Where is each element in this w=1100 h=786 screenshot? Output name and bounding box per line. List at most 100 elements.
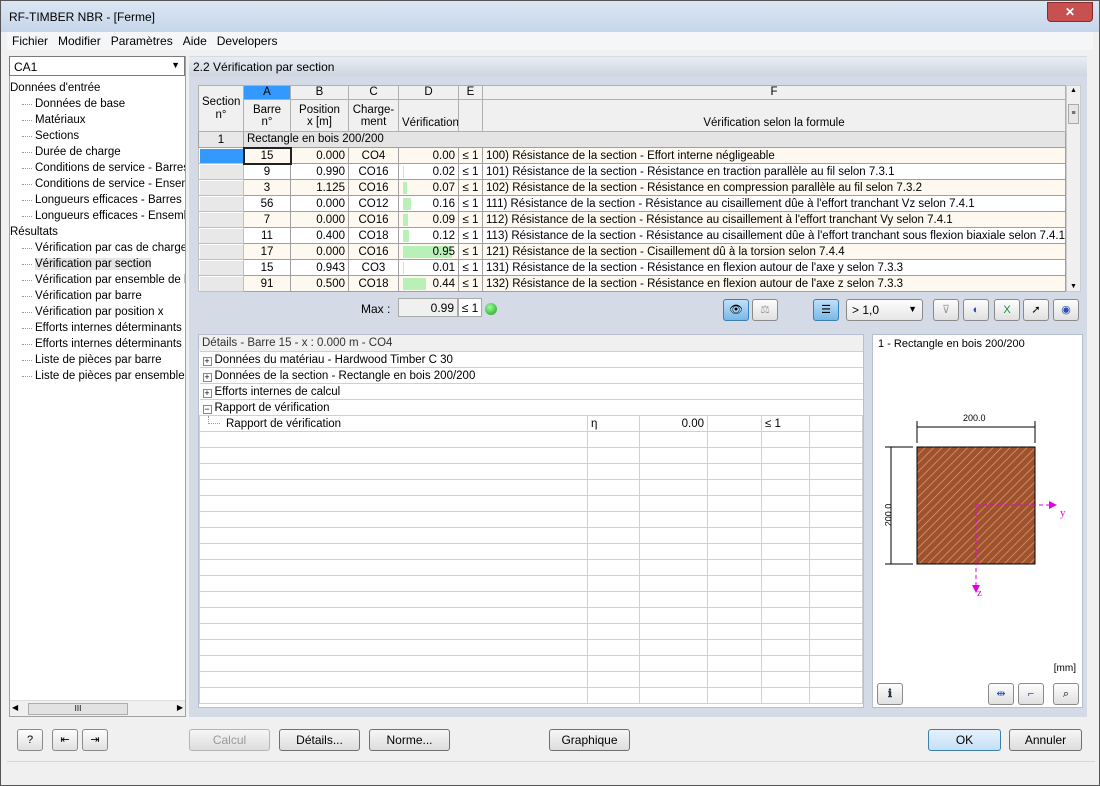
col-letter-d[interactable]: D [398, 85, 459, 100]
col-letter-c[interactable]: C [348, 85, 399, 100]
menu-developers[interactable]: Developers [212, 32, 283, 50]
expand-icon[interactable]: + [202, 372, 212, 382]
row-selector[interactable] [198, 211, 244, 228]
cell-formule[interactable]: 100) Résistance de la section - Effort i… [482, 147, 1066, 164]
next-icon[interactable]: ⇥ [82, 729, 108, 751]
cell-verification[interactable]: 0.01 [398, 259, 459, 276]
cell-le[interactable]: ≤ 1 [458, 179, 483, 196]
col-letter-b[interactable]: B [290, 85, 349, 100]
navigator-scrollbar[interactable]: ◀ III ▶ [10, 700, 185, 716]
cell-barre[interactable]: 3 [243, 179, 291, 196]
cell-verification[interactable]: 0.16 [398, 195, 459, 212]
row-selector[interactable] [198, 243, 244, 260]
tree-item[interactable]: Efforts internes déterminants par barre [10, 320, 185, 336]
group-row[interactable]: 1 Rectangle en bois 200/200 [198, 131, 1066, 148]
menu-modifier[interactable]: Modifier [53, 32, 106, 50]
col-letter-a[interactable]: A [243, 85, 291, 100]
tree-group-input[interactable]: Données d'entrée [10, 80, 185, 96]
tree-item[interactable]: Matériaux [10, 112, 185, 128]
tree-item[interactable]: Vérification par section [10, 256, 185, 272]
tree-item[interactable]: Liste de pièces par ensemble de barres [10, 368, 185, 384]
norme-button[interactable]: Norme... [369, 729, 450, 751]
details-row[interactable]: Rapport de vérification η 0.00 ≤ 1 [199, 415, 863, 432]
calc-button[interactable]: Calcul [189, 729, 270, 751]
tree-item[interactable]: Vérification par ensemble de barres [10, 272, 185, 288]
expand-icon[interactable]: + [202, 356, 212, 366]
cell-position[interactable]: 0.000 [290, 211, 349, 228]
cell-verification[interactable]: 0.09 [398, 211, 459, 228]
cell-position[interactable]: 0.000 [290, 147, 349, 164]
cell-barre[interactable]: 11 [243, 227, 291, 244]
collapse-icon[interactable]: − [202, 404, 212, 414]
tree-item[interactable]: Vérification par position x [10, 304, 185, 320]
menu-parametres[interactable]: Paramètres [106, 32, 178, 50]
cell-position[interactable]: 0.990 [290, 163, 349, 180]
annuler-button[interactable]: Annuler [1009, 729, 1082, 751]
table-scrollbar[interactable]: ≡ ▲ ▼ [1066, 85, 1081, 292]
cell-chargement[interactable]: CO16 [348, 211, 399, 228]
cell-formule[interactable]: 111) Résistance de la section - Résistan… [482, 195, 1066, 212]
cell-formule[interactable]: 131) Résistance de la section - Résistan… [482, 259, 1066, 276]
cell-le[interactable]: ≤ 1 [458, 259, 483, 276]
color-scale-button[interactable]: ◐ [963, 299, 989, 321]
cell-le[interactable]: ≤ 1 [458, 227, 483, 244]
tree-item[interactable]: Conditions de service - Ensemble [10, 176, 185, 192]
scroll-thumb[interactable]: ≡ [1068, 104, 1079, 124]
cell-verification[interactable]: 0.02 [398, 163, 459, 180]
cell-chargement[interactable]: CO16 [348, 163, 399, 180]
ok-button[interactable]: OK [928, 729, 1001, 751]
tree-item[interactable]: Vérification par barre [10, 288, 185, 304]
cell-position[interactable]: 0.500 [290, 275, 349, 292]
load-case-select[interactable]: CA1 ▼ [9, 56, 185, 76]
cell-barre[interactable]: 17 [243, 243, 291, 260]
details-group[interactable]: + Efforts internes de calcul [199, 383, 863, 400]
show-in-model-button[interactable]: 👁 [723, 299, 749, 321]
help-icon[interactable]: ? [17, 729, 43, 751]
details-group[interactable]: + Données du matériau - Hardwood Timber C… [199, 351, 863, 368]
view-button[interactable]: ◉ [1053, 299, 1079, 321]
cell-barre[interactable]: 15 [243, 259, 291, 276]
cell-chargement[interactable]: CO12 [348, 195, 399, 212]
cell-position[interactable]: 0.000 [290, 195, 349, 212]
cell-le[interactable]: ≤ 1 [458, 243, 483, 260]
cell-position[interactable]: 0.943 [290, 259, 349, 276]
cell-position[interactable]: 1.125 [290, 179, 349, 196]
tree-item[interactable]: Données de base [10, 96, 185, 112]
info-icon[interactable]: ℹ [877, 683, 903, 705]
table-row[interactable]: 91 0.500 CO18 0.44 ≤ 1 132) Résistance d… [198, 275, 1066, 292]
tree-item[interactable]: Efforts internes déterminants par ensemb… [10, 336, 185, 352]
col-letter-f[interactable]: F [482, 85, 1066, 100]
cell-formule[interactable]: 113) Résistance de la section - Résistan… [482, 227, 1066, 244]
tree-item[interactable]: Durée de charge [10, 144, 185, 160]
cell-position[interactable]: 0.000 [290, 243, 349, 260]
graphique-button[interactable]: Graphique [549, 729, 630, 751]
ratio-bars-button[interactable]: ☰ [813, 299, 839, 321]
dimension-button[interactable]: ⇹ [988, 683, 1014, 705]
cell-barre[interactable]: 7 [243, 211, 291, 228]
cell-verification[interactable]: 0.07 [398, 179, 459, 196]
tree-item[interactable]: Liste de pièces par barre [10, 352, 185, 368]
table-row[interactable]: 11 0.400 CO18 0.12 ≤ 1 113) Résistance d… [198, 227, 1066, 244]
cell-formule[interactable]: 132) Résistance de la section - Résistan… [482, 275, 1066, 292]
menu-fichier[interactable]: Fichier [7, 32, 53, 50]
tree-item[interactable]: Vérification par cas de charge [10, 240, 185, 256]
cell-barre[interactable]: 15 [242, 146, 292, 165]
excel-export-button[interactable]: X [994, 299, 1020, 321]
table-row[interactable]: 17 0.000 CO16 0.95 ≤ 1 121) Résistance d… [198, 243, 1066, 260]
cell-chargement[interactable]: CO18 [348, 275, 399, 292]
tree-item[interactable]: Longueurs efficaces - Ensemble [10, 208, 185, 224]
table-row[interactable]: 9 0.990 CO16 0.02 ≤ 1 101) Résistance de… [198, 163, 1066, 180]
tree-item[interactable]: Conditions de service - Barres [10, 160, 185, 176]
cell-chargement[interactable]: CO18 [348, 227, 399, 244]
col-letter-e[interactable]: E [458, 85, 483, 100]
cell-le[interactable]: ≤ 1 [458, 195, 483, 212]
tree-group-results[interactable]: Résultats [10, 224, 185, 240]
close-button[interactable]: ✕ [1047, 2, 1093, 22]
cell-barre[interactable]: 91 [243, 275, 291, 292]
cell-barre[interactable]: 9 [243, 163, 291, 180]
scroll-thumb[interactable]: III [28, 703, 128, 715]
cell-formule[interactable]: 101) Résistance de la section - Résistan… [482, 163, 1066, 180]
table-row[interactable]: 15 0.000 CO4 0.00 ≤ 1 100) Résistance de… [198, 146, 1066, 165]
cell-barre[interactable]: 56 [243, 195, 291, 212]
cell-verification[interactable]: 0.44 [398, 275, 459, 292]
